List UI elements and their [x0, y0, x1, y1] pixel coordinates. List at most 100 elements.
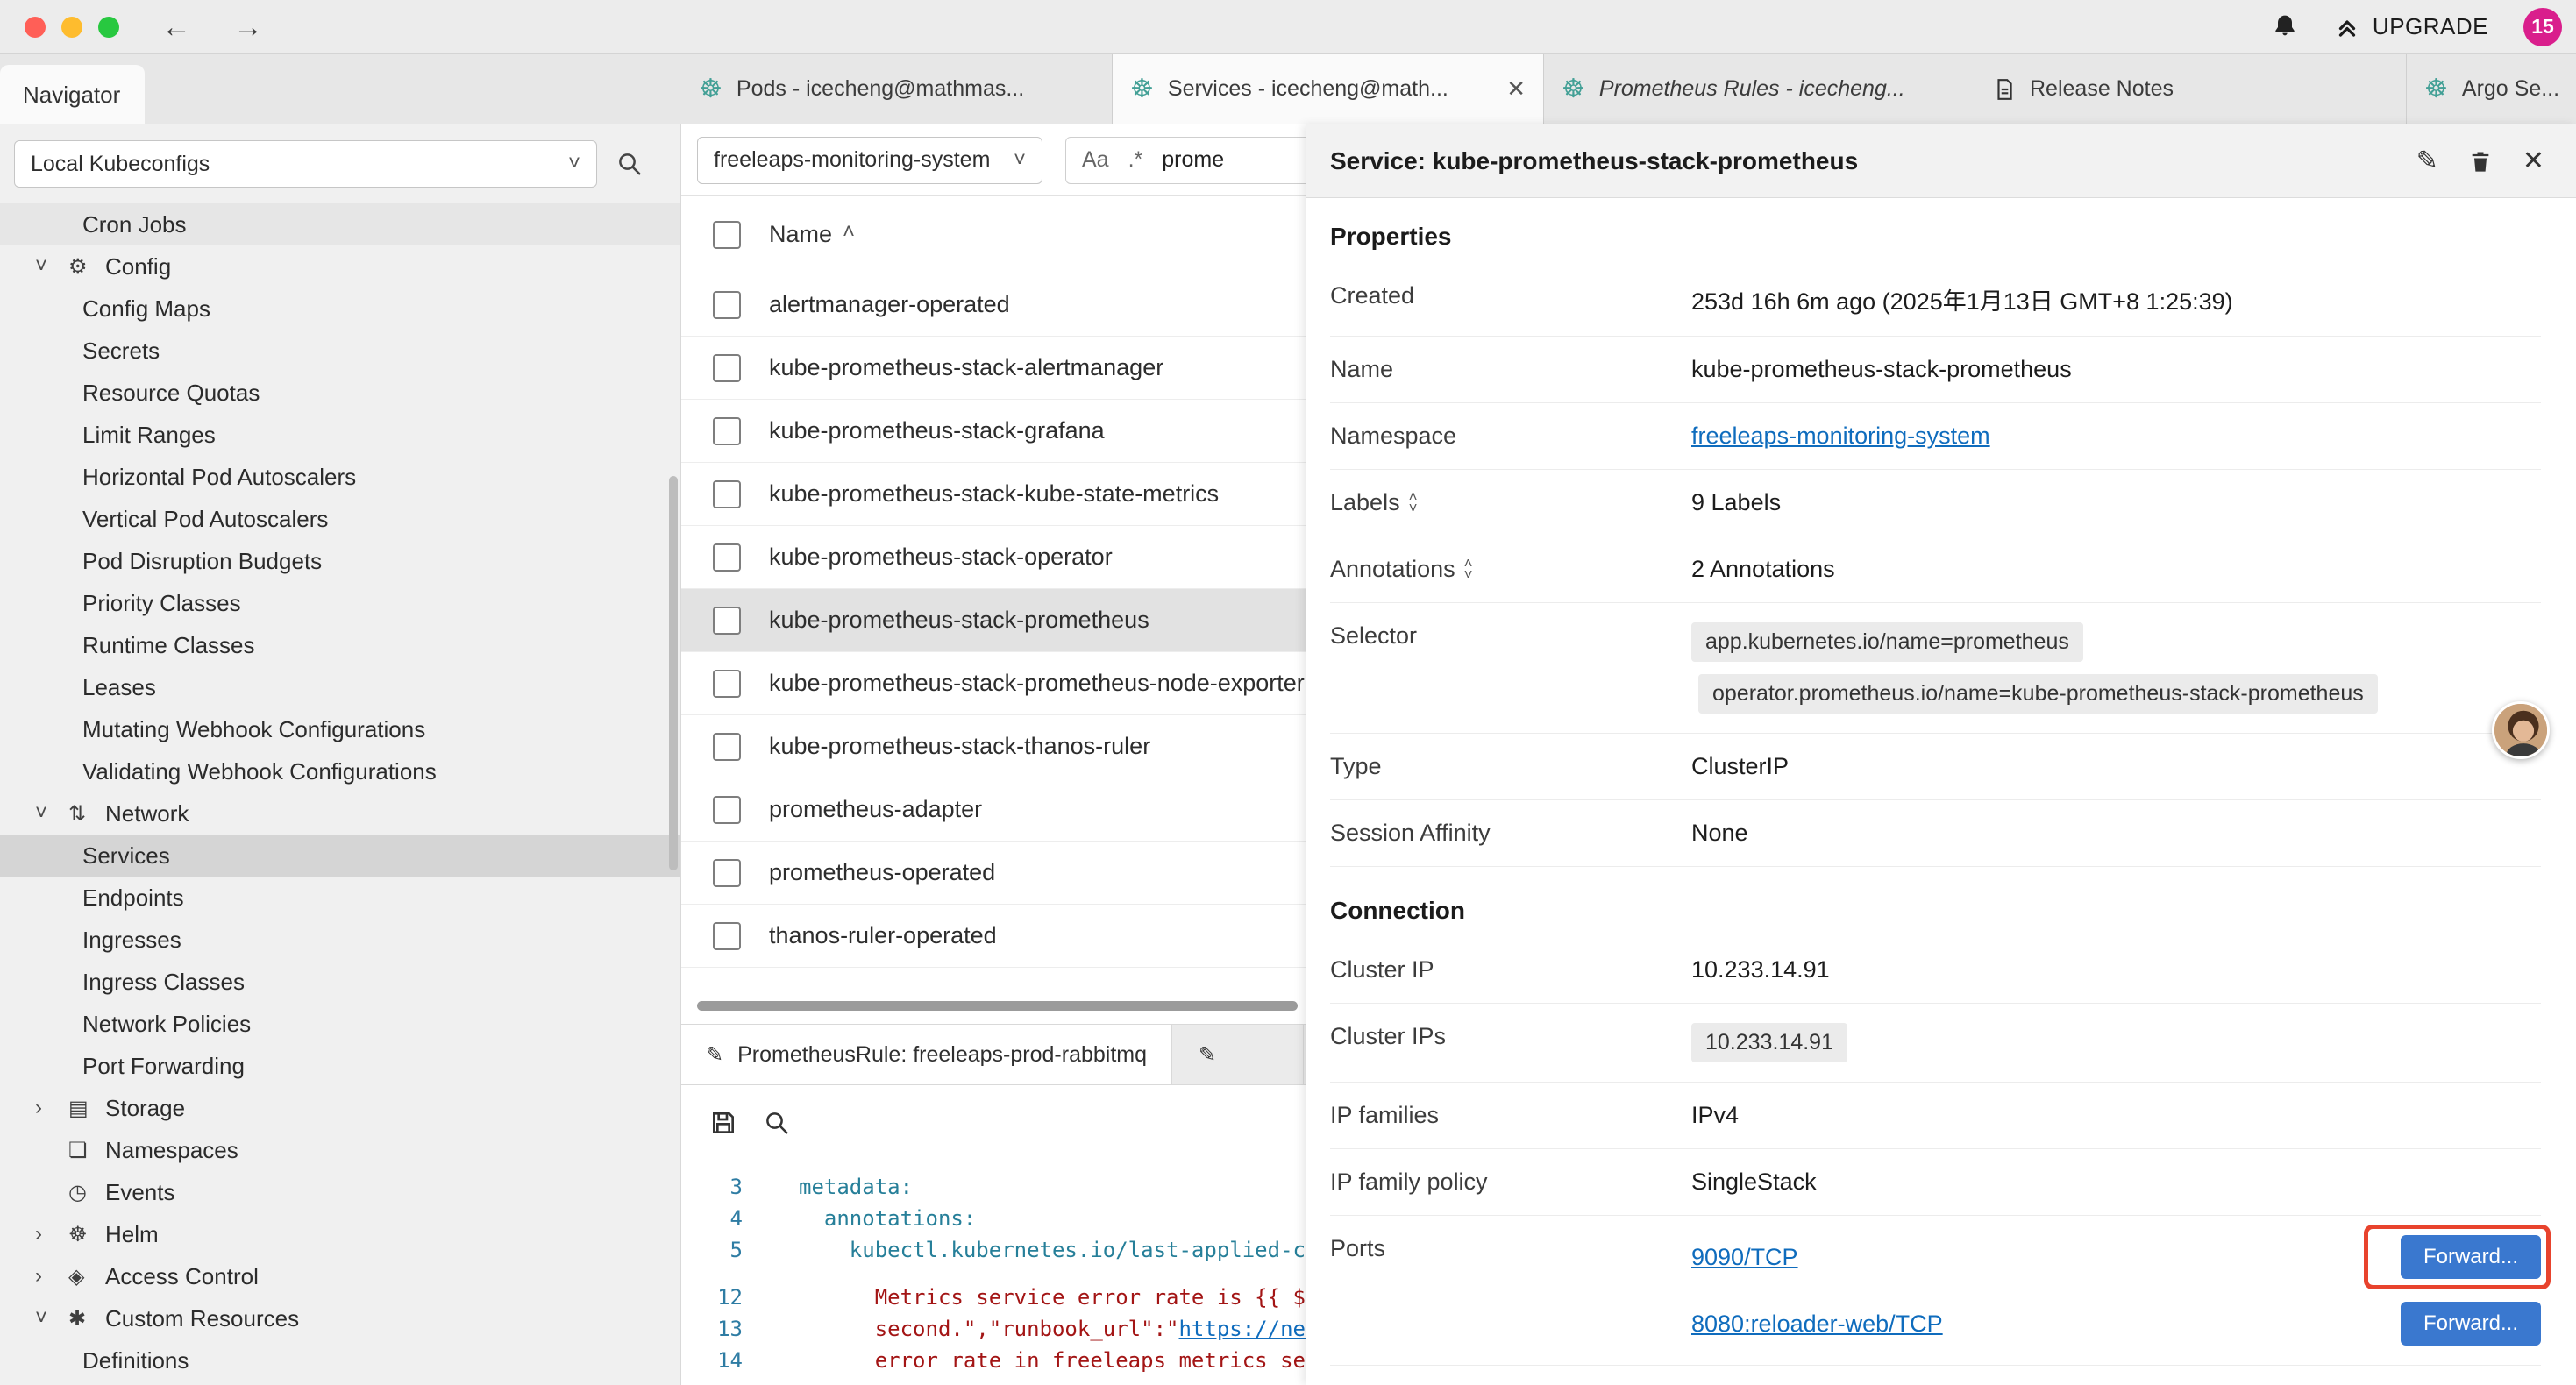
tab-argo-se[interactable]: ☸Argo Se...	[2407, 54, 2576, 124]
row-checkbox[interactable]	[713, 796, 741, 824]
forward-button[interactable]: Forward...	[2401, 1302, 2541, 1346]
row-checkbox[interactable]	[713, 607, 741, 635]
select-all-checkbox[interactable]	[713, 221, 741, 249]
chevron-down-icon[interactable]: ˅	[35, 1306, 68, 1331]
row-checkbox[interactable]	[713, 417, 741, 445]
sidebar-item-priority-classes[interactable]: Priority Classes	[0, 582, 680, 624]
zoom-window-button[interactable]	[98, 17, 119, 38]
dock-tab-partial[interactable]: ✎	[1172, 1025, 1304, 1084]
sidebar-item-network-policies[interactable]: Network Policies	[0, 1003, 680, 1045]
namespace-link[interactable]: freeleaps-monitoring-system	[1691, 423, 1990, 449]
sidebar-item-config[interactable]: ˅⚙Config	[0, 245, 680, 288]
sidebar-item-validating-webhook-configurations[interactable]: Validating Webhook Configurations	[0, 750, 680, 792]
sidebar-item-network[interactable]: ˅⇅Network	[0, 792, 680, 835]
sidebar-item-helm[interactable]: ›☸Helm	[0, 1213, 680, 1255]
detail-row-annotations: Annotations˄˅2 Annotations	[1330, 536, 2541, 603]
close-window-button[interactable]	[25, 17, 46, 38]
back-button[interactable]: ←	[161, 12, 191, 42]
namespace-selector[interactable]: freeleaps-monitoring-system ˅	[697, 137, 1042, 184]
column-header-name[interactable]: Name ˄	[769, 221, 855, 248]
notifications-bell-icon[interactable]	[2271, 13, 2299, 41]
search-icon[interactable]	[616, 151, 643, 177]
sidebar-item-services[interactable]: Services	[0, 835, 680, 877]
sidebar-item-label: Ingress Classes	[82, 969, 245, 996]
sidebar-item-namespaces[interactable]: ❏Namespaces	[0, 1129, 680, 1171]
sidebar-item-label: Secrets	[82, 337, 160, 365]
sidebar-item-cron-jobs[interactable]: Cron Jobs	[0, 203, 680, 245]
code-text: metadata:	[799, 1171, 913, 1203]
navigator-tab[interactable]: Navigator	[0, 65, 145, 124]
delete-resource-button[interactable]	[2468, 149, 2493, 174]
detail-panel: Service: kube-prometheus-stack-prometheu…	[1306, 124, 2576, 1385]
row-checkbox[interactable]	[713, 859, 741, 887]
sidebar-item-secrets[interactable]: Secrets	[0, 330, 680, 372]
sidebar-item-limit-ranges[interactable]: Limit Ranges	[0, 414, 680, 456]
expand-collapse-icon[interactable]: ˄˅	[1464, 558, 1473, 580]
sidebar-item-leases[interactable]: Leases	[0, 666, 680, 708]
editor-search-button[interactable]	[764, 1110, 790, 1136]
chevron-down-icon[interactable]: ˅	[35, 801, 68, 826]
sidebar-item-horizontal-pod-autoscalers[interactable]: Horizontal Pod Autoscalers	[0, 456, 680, 498]
close-tab-icon[interactable]: ✕	[1506, 75, 1526, 103]
sidebar-item-access-control[interactable]: ›◈Access Control	[0, 1255, 680, 1297]
service-name: prometheus-operated	[769, 859, 995, 886]
detail-label: Namespace	[1330, 423, 1691, 450]
regex-toggle[interactable]: .*	[1128, 147, 1143, 173]
detail-row-created: Created253d 16h 6m ago (2025年1月13日 GMT+8…	[1330, 263, 2541, 337]
forward-button[interactable]: →	[233, 12, 263, 42]
tab-services-icecheng-math[interactable]: ☸Services - icecheng@math...✕	[1113, 54, 1544, 124]
row-checkbox[interactable]	[713, 922, 741, 950]
sidebar-item-storage[interactable]: ›▤Storage	[0, 1087, 680, 1129]
upgrade-button[interactable]: UPGRADE	[2334, 13, 2488, 40]
notification-count-badge[interactable]: 15	[2523, 8, 2562, 46]
chevron-right-icon[interactable]: ›	[35, 1096, 68, 1120]
name-header-label: Name	[769, 221, 832, 248]
edit-icon: ✎	[706, 1042, 723, 1068]
tab-prometheus-rules-icecheng[interactable]: ☸Prometheus Rules - icecheng...	[1544, 54, 1975, 124]
sidebar-item-ingresses[interactable]: Ingresses	[0, 919, 680, 961]
sidebar-item-vertical-pod-autoscalers[interactable]: Vertical Pod Autoscalers	[0, 498, 680, 540]
sidebar-item-port-forwarding[interactable]: Port Forwarding	[0, 1045, 680, 1087]
detail-label: Created	[1330, 282, 1691, 309]
detail-label-text: Cluster IP	[1330, 956, 1434, 984]
sidebar-item-endpoints[interactable]: Endpoints	[0, 877, 680, 919]
sidebar-item-label: Storage	[105, 1095, 185, 1122]
row-checkbox[interactable]	[713, 670, 741, 698]
detail-value: freeleaps-monitoring-system	[1691, 423, 2541, 450]
row-checkbox[interactable]	[713, 354, 741, 382]
row-checkbox[interactable]	[713, 733, 741, 761]
sidebar-item-events[interactable]: ◷Events	[0, 1171, 680, 1213]
chevron-down-icon[interactable]: ˅	[35, 254, 68, 279]
sidebar-item-config-maps[interactable]: Config Maps	[0, 288, 680, 330]
match-case-toggle[interactable]: Aa	[1082, 147, 1109, 173]
edit-resource-button[interactable]: ✎	[2416, 146, 2438, 176]
save-button[interactable]	[709, 1109, 737, 1137]
row-checkbox[interactable]	[713, 291, 741, 319]
row-checkbox[interactable]	[713, 480, 741, 508]
kubeconfig-selector[interactable]: Local Kubeconfigs ˅	[14, 140, 597, 188]
chevron-right-icon[interactable]: ›	[35, 1222, 68, 1246]
chevron-right-icon[interactable]: ›	[35, 1264, 68, 1289]
tab-pods-icecheng-mathmas[interactable]: ☸Pods - icecheng@mathmas...	[681, 54, 1113, 124]
detail-value-text: None	[1691, 820, 1748, 846]
port-link[interactable]: 8080:reloader-web/TCP	[1691, 1310, 1943, 1338]
sidebar-item-mutating-webhook-configurations[interactable]: Mutating Webhook Configurations	[0, 708, 680, 750]
port-link[interactable]: 9090/TCP	[1691, 1244, 1798, 1271]
forward-button[interactable]: Forward...	[2401, 1235, 2541, 1279]
detail-value-text: 2 Annotations	[1691, 556, 1835, 582]
sidebar-item-definitions[interactable]: Definitions	[0, 1339, 680, 1381]
sidebar-item-custom-resources[interactable]: ˅✱Custom Resources	[0, 1297, 680, 1339]
sidebar-item-resource-quotas[interactable]: Resource Quotas	[0, 372, 680, 414]
sidebar-item-runtime-classes[interactable]: Runtime Classes	[0, 624, 680, 666]
minimize-window-button[interactable]	[61, 17, 82, 38]
tab-release-notes[interactable]: Release Notes	[1975, 54, 2407, 124]
sidebar-scrollbar[interactable]	[669, 476, 678, 870]
expand-collapse-icon[interactable]: ˄˅	[1409, 491, 1418, 514]
dock-tab-prometheusrule[interactable]: ✎ PrometheusRule: freeleaps-prod-rabbitm…	[681, 1025, 1172, 1084]
row-checkbox[interactable]	[713, 543, 741, 572]
close-panel-button[interactable]: ✕	[2523, 146, 2544, 176]
horizontal-scrollbar[interactable]	[697, 1001, 1298, 1011]
sidebar-item-pod-disruption-budgets[interactable]: Pod Disruption Budgets	[0, 540, 680, 582]
sidebar-item-ingress-classes[interactable]: Ingress Classes	[0, 961, 680, 1003]
avatar[interactable]	[2492, 701, 2550, 759]
